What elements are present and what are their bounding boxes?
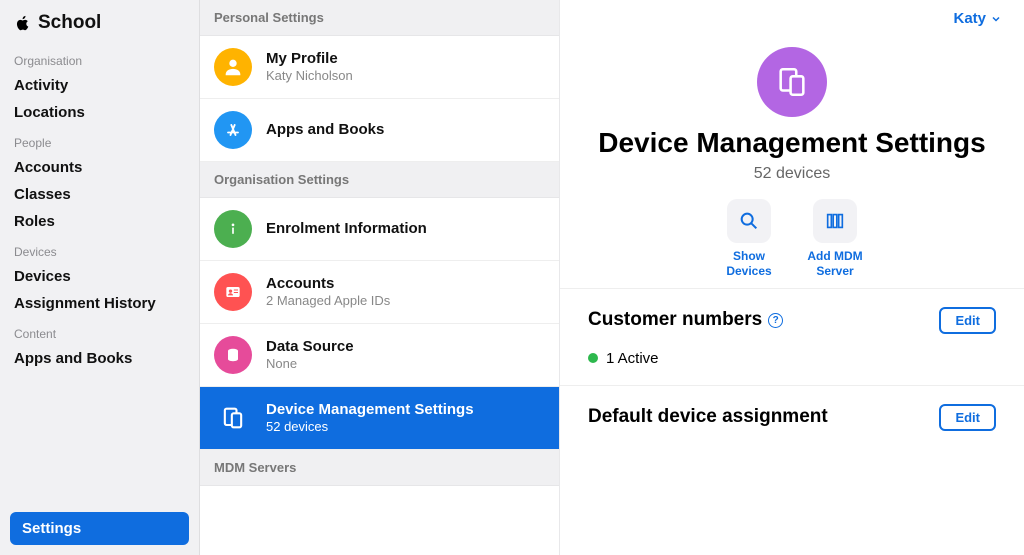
list-item-title: Enrolment Information: [266, 220, 427, 239]
section-title-text: Customer numbers: [588, 309, 762, 331]
list-item-accounts[interactable]: Accounts 2 Managed Apple IDs: [200, 261, 559, 324]
list-item-apps-and-books[interactable]: Apps and Books: [200, 99, 559, 162]
sidebar-group-organisation: Organisation: [0, 44, 199, 72]
appstore-icon: [214, 111, 252, 149]
list-item-title: Accounts: [266, 275, 390, 294]
info-icon: [214, 210, 252, 248]
search-icon: [727, 199, 771, 243]
edit-default-assignment-button[interactable]: Edit: [939, 404, 996, 431]
chevron-down-icon: [990, 13, 1002, 25]
user-menu[interactable]: Katy: [953, 10, 1002, 27]
sidebar: School Organisation Activity Locations P…: [0, 0, 200, 555]
sidebar-item-apps-and-books[interactable]: Apps and Books: [0, 345, 199, 372]
list-item-title: Device Management Settings: [266, 401, 474, 420]
sidebar-group-people: People: [0, 126, 199, 154]
sidebar-item-devices[interactable]: Devices: [0, 263, 199, 290]
sidebar-item-locations[interactable]: Locations: [0, 99, 199, 126]
page-subtitle: 52 devices: [754, 165, 831, 183]
sidebar-group-devices: Devices: [0, 235, 199, 263]
list-item-title: Apps and Books: [266, 121, 384, 140]
list-item-title: Data Source: [266, 338, 354, 357]
sidebar-item-assignment-history[interactable]: Assignment History: [0, 290, 199, 317]
sidebar-item-classes[interactable]: Classes: [0, 181, 199, 208]
sidebar-item-roles[interactable]: Roles: [0, 208, 199, 235]
settings-list: Personal Settings My Profile Katy Nichol…: [200, 0, 560, 555]
section-title-text: Default device assignment: [588, 406, 828, 428]
user-name: Katy: [953, 10, 986, 27]
list-item-sub: None: [266, 356, 354, 372]
server-icon: [813, 199, 857, 243]
person-icon: [214, 48, 252, 86]
detail-pane: Katy Device Management Settings 52 devic…: [560, 0, 1024, 555]
sidebar-item-accounts[interactable]: Accounts: [0, 154, 199, 181]
brand: School: [0, 0, 199, 44]
list-item-sub: Katy Nicholson: [266, 68, 353, 84]
edit-customer-numbers-button[interactable]: Edit: [939, 307, 996, 334]
help-icon[interactable]: ?: [768, 313, 783, 328]
show-devices-button[interactable]: Show Devices: [717, 199, 781, 278]
list-item-my-profile[interactable]: My Profile Katy Nicholson: [200, 36, 559, 99]
sidebar-item-settings[interactable]: Settings: [10, 512, 189, 545]
page-title: Device Management Settings: [598, 127, 985, 159]
group-personal-settings: Personal Settings: [200, 0, 559, 36]
group-organisation-settings: Organisation Settings: [200, 162, 559, 198]
sidebar-group-content: Content: [0, 317, 199, 345]
list-item-sub: 2 Managed Apple IDs: [266, 293, 390, 309]
brand-label: School: [38, 12, 101, 34]
section-default-device-assignment: Default device assignment Edit: [560, 385, 1024, 449]
add-mdm-server-button[interactable]: Add MDM Server: [803, 199, 867, 278]
list-item-data-source[interactable]: Data Source None: [200, 324, 559, 387]
status-text: 1 Active: [606, 350, 659, 367]
action-label: Show Devices: [717, 249, 781, 278]
list-item-sub: 52 devices: [266, 419, 474, 435]
section-customer-numbers: Customer numbers ? Edit 1 Active: [560, 288, 1024, 385]
devices-icon: [214, 399, 252, 437]
action-label: Add MDM Server: [803, 249, 867, 278]
id-card-icon: [214, 273, 252, 311]
apple-logo-icon: [14, 13, 32, 33]
sidebar-item-activity[interactable]: Activity: [0, 72, 199, 99]
list-item-title: My Profile: [266, 50, 353, 69]
database-icon: [214, 336, 252, 374]
devices-hero-icon: [757, 47, 827, 117]
status-dot-icon: [588, 353, 598, 363]
group-mdm-servers: MDM Servers: [200, 450, 559, 486]
list-item-device-management-settings[interactable]: Device Management Settings 52 devices: [200, 387, 559, 450]
list-item-enrolment-information[interactable]: Enrolment Information: [200, 198, 559, 261]
